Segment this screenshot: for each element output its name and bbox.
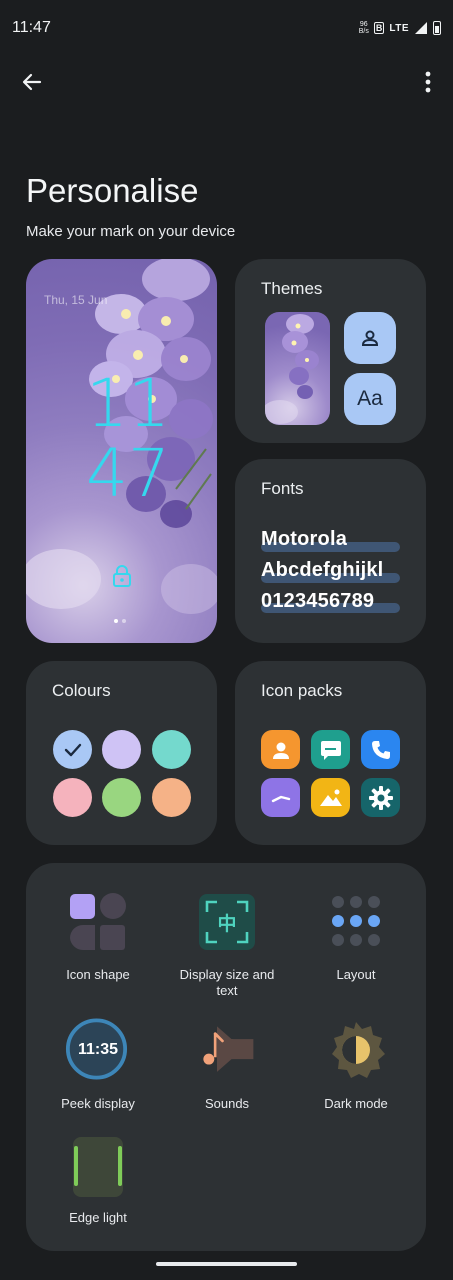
network-speed-value: 96 xyxy=(359,21,368,28)
edge-light-icon xyxy=(68,1136,128,1198)
back-arrow-icon xyxy=(22,73,42,91)
gallery-app-icon xyxy=(311,778,350,817)
colour-swatch-selected[interactable] xyxy=(53,730,92,769)
gear-icon xyxy=(368,785,393,810)
back-button[interactable] xyxy=(14,66,50,98)
page-title: Personalise xyxy=(26,172,199,209)
page-dot xyxy=(122,619,126,623)
display-size-label: Display size and text xyxy=(179,967,275,998)
phone-app-icon xyxy=(361,730,400,769)
wallpaper-preview[interactable]: Thu, 15 Jun 11 47 xyxy=(26,259,217,643)
peek-display-time: 11:35 xyxy=(77,1041,119,1058)
colours-title: Colours xyxy=(52,681,111,700)
dark-mode-icon xyxy=(326,1020,386,1080)
lockscreen-date: Thu, 15 Jun xyxy=(44,293,108,307)
display-size-icon: 中 xyxy=(197,892,257,952)
check-icon xyxy=(64,743,81,756)
theme-icons-preview xyxy=(344,312,396,364)
fonts-title: Fonts xyxy=(261,479,304,498)
lockscreen-clock: 11 47 xyxy=(78,369,178,509)
fonts-card[interactable]: Fonts Motorola Abcdefghijkl 0123456789 xyxy=(235,459,426,643)
sounds-icon xyxy=(197,1020,257,1080)
lockscreen-minute: 47 xyxy=(86,435,170,512)
edge-light-label: Edge light xyxy=(69,1210,127,1225)
themes-title: Themes xyxy=(261,279,323,298)
contacts-app-icon xyxy=(261,730,300,769)
page-indicator xyxy=(114,619,126,623)
themes-card[interactable]: Themes Aa xyxy=(235,259,426,443)
peek-display-label: Peek display xyxy=(61,1096,135,1111)
status-bar: 11:47 96 B/s B LTE xyxy=(0,0,453,56)
top-app-bar xyxy=(0,58,453,106)
network-speed: 96 B/s xyxy=(359,21,369,35)
sounds-option[interactable]: Sounds xyxy=(157,1020,297,1115)
clock-app-icon xyxy=(261,778,300,817)
more-options-button[interactable] xyxy=(413,66,443,98)
peek-display-icon: 11:35 xyxy=(65,1017,128,1080)
font-sample-line: Abcdefghijkl xyxy=(261,559,384,581)
icon-shape-option[interactable]: Icon shape xyxy=(28,892,168,987)
page-subtitle: Make your mark on your device xyxy=(26,223,236,240)
colour-swatch[interactable] xyxy=(53,778,92,817)
status-time: 11:47 xyxy=(12,19,51,36)
svg-text:中: 中 xyxy=(217,912,236,935)
colours-card[interactable]: Colours xyxy=(26,661,217,845)
phone-icon xyxy=(371,740,390,759)
theme-font-sample: Aa xyxy=(357,387,383,410)
font-sample-line: Motorola xyxy=(261,528,348,550)
theme-wallpaper-image xyxy=(265,314,319,424)
icon-packs-title: Icon packs xyxy=(261,681,343,700)
messages-app-icon xyxy=(311,730,350,769)
person-icon xyxy=(272,742,289,759)
font-sample-line: 0123456789 xyxy=(261,590,375,612)
page-dot-active xyxy=(114,619,118,623)
colour-swatch[interactable] xyxy=(152,730,191,769)
display-size-option[interactable]: 中 Display size and text xyxy=(157,892,297,1002)
customisation-options-card: Icon shape 中 Display size and text Layou… xyxy=(26,863,426,1251)
dark-mode-option[interactable]: Dark mode xyxy=(286,1020,426,1115)
peek-display-option[interactable]: 11:35 Peek display xyxy=(28,1017,168,1115)
more-vertical-icon xyxy=(425,71,431,93)
signal-icon xyxy=(415,22,427,34)
data-indicator-icon: B xyxy=(373,22,385,34)
lock-icon xyxy=(113,565,131,587)
layout-grid-icon xyxy=(326,892,386,952)
colour-swatch[interactable] xyxy=(152,778,191,817)
network-speed-unit: B/s xyxy=(358,28,369,35)
icon-shape-label: Icon shape xyxy=(66,967,130,982)
lockscreen-hour: 11 xyxy=(86,365,170,442)
clock-icon xyxy=(271,795,290,802)
mountain-icon xyxy=(319,789,342,806)
layout-label: Layout xyxy=(336,967,376,982)
gesture-nav-handle[interactable] xyxy=(156,1262,297,1266)
theme-font-preview: Aa xyxy=(344,373,396,425)
colour-swatch[interactable] xyxy=(102,730,141,769)
network-type: LTE xyxy=(389,22,409,34)
status-icons: 96 B/s B LTE xyxy=(359,21,441,35)
icon-shape-icon xyxy=(68,892,128,952)
sounds-label: Sounds xyxy=(204,1096,250,1111)
battery-icon xyxy=(433,21,441,35)
settings-app-icon xyxy=(361,778,400,817)
message-icon xyxy=(320,740,341,760)
layout-option[interactable]: Layout xyxy=(286,892,426,987)
icon-packs-card[interactable]: Icon packs xyxy=(235,661,426,845)
colour-swatch[interactable] xyxy=(102,778,141,817)
edge-light-option[interactable]: Edge light xyxy=(28,1136,168,1231)
theme-wallpaper-thumbnail xyxy=(265,312,330,425)
dark-mode-label: Dark mode xyxy=(324,1096,388,1111)
person-icon xyxy=(361,330,379,346)
